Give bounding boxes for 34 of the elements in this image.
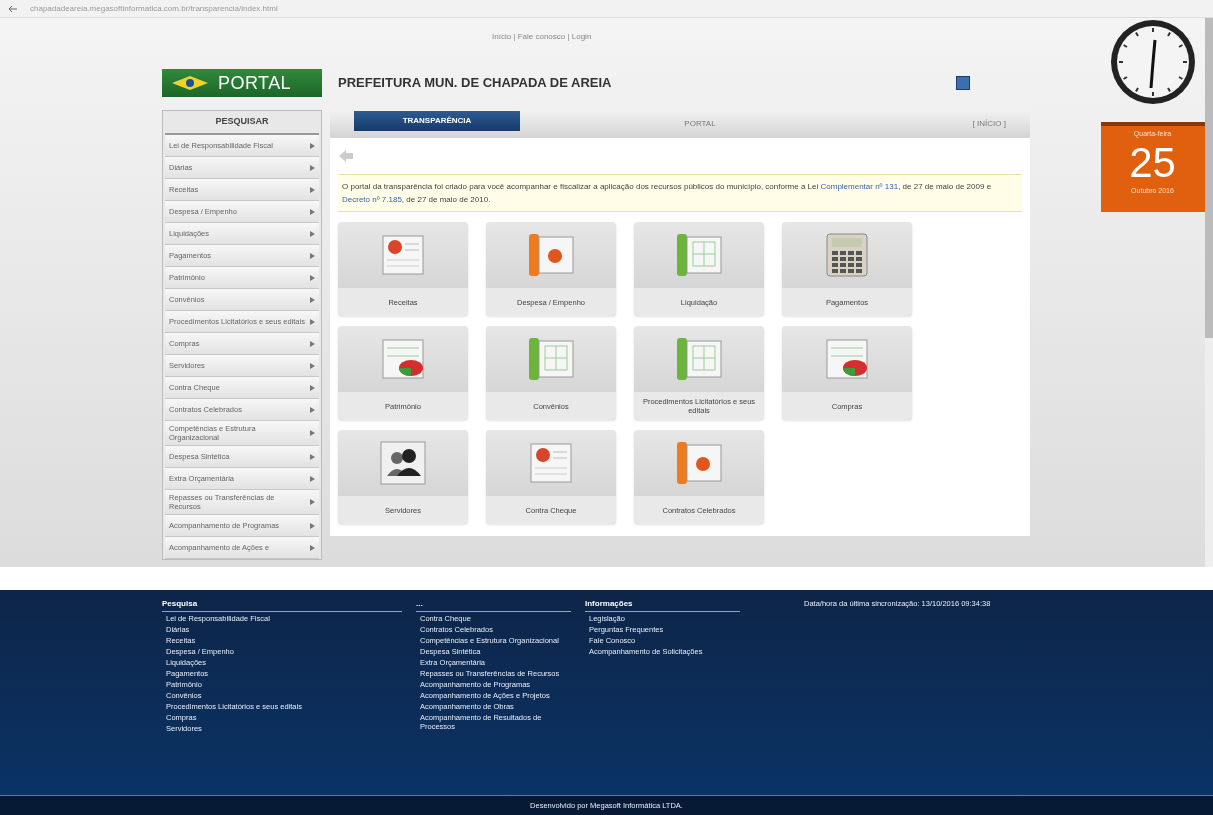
tab[interactable]: PORTAL (660, 114, 740, 134)
tab[interactable]: TRANSPARÊNCIA (354, 111, 520, 131)
arrow-icon (310, 274, 315, 281)
arrow-icon (310, 252, 315, 259)
scrollbar[interactable] (1205, 18, 1213, 567)
arrow-icon (310, 186, 315, 193)
arrow-icon (310, 340, 315, 347)
top-links[interactable]: Início | Fale conosco | Login (492, 32, 592, 41)
law-link[interactable]: Decreto nº 7.185 (342, 195, 402, 204)
intro-notice: O portal da transparência foi criado para você acompanhar e fiscalizar a aplicação dos recursos públicos do município, conforme a Lei Complementar nº 131, de 27 de maio de 2009 e Decreto nº 7.185, de 27 de maio de 2010. (338, 174, 1022, 212)
arrow-icon (310, 296, 315, 303)
footer-heading: Pesquisa (162, 598, 402, 612)
arrow-icon (310, 499, 315, 505)
arrow-icon (310, 142, 315, 149)
arrow-icon (310, 384, 315, 391)
arrow-icon (310, 230, 315, 237)
calendar-day: 25 (1129, 139, 1176, 186)
arrow-icon (310, 362, 315, 369)
arrow-icon (310, 475, 315, 482)
back-arrow-icon[interactable] (8, 4, 18, 13)
arrow-icon (310, 318, 315, 325)
arrow-icon (310, 522, 315, 529)
home-link[interactable]: [ INÍCIO ] (972, 118, 1006, 130)
arrow-icon (310, 208, 315, 215)
footer-heading: ... (416, 598, 571, 612)
accessibility-icon[interactable] (956, 76, 970, 90)
portal-logo: PORTAL (162, 69, 322, 97)
arrow-icon (310, 544, 315, 551)
arrow-icon (310, 453, 315, 460)
arrow-icon (310, 164, 315, 171)
footer-heading: Informações (585, 598, 740, 612)
arrow-icon (310, 430, 315, 436)
arrow-icon (310, 406, 315, 413)
page-title: PREFEITURA MUN. DE CHAPADA DE AREIA (338, 74, 612, 93)
